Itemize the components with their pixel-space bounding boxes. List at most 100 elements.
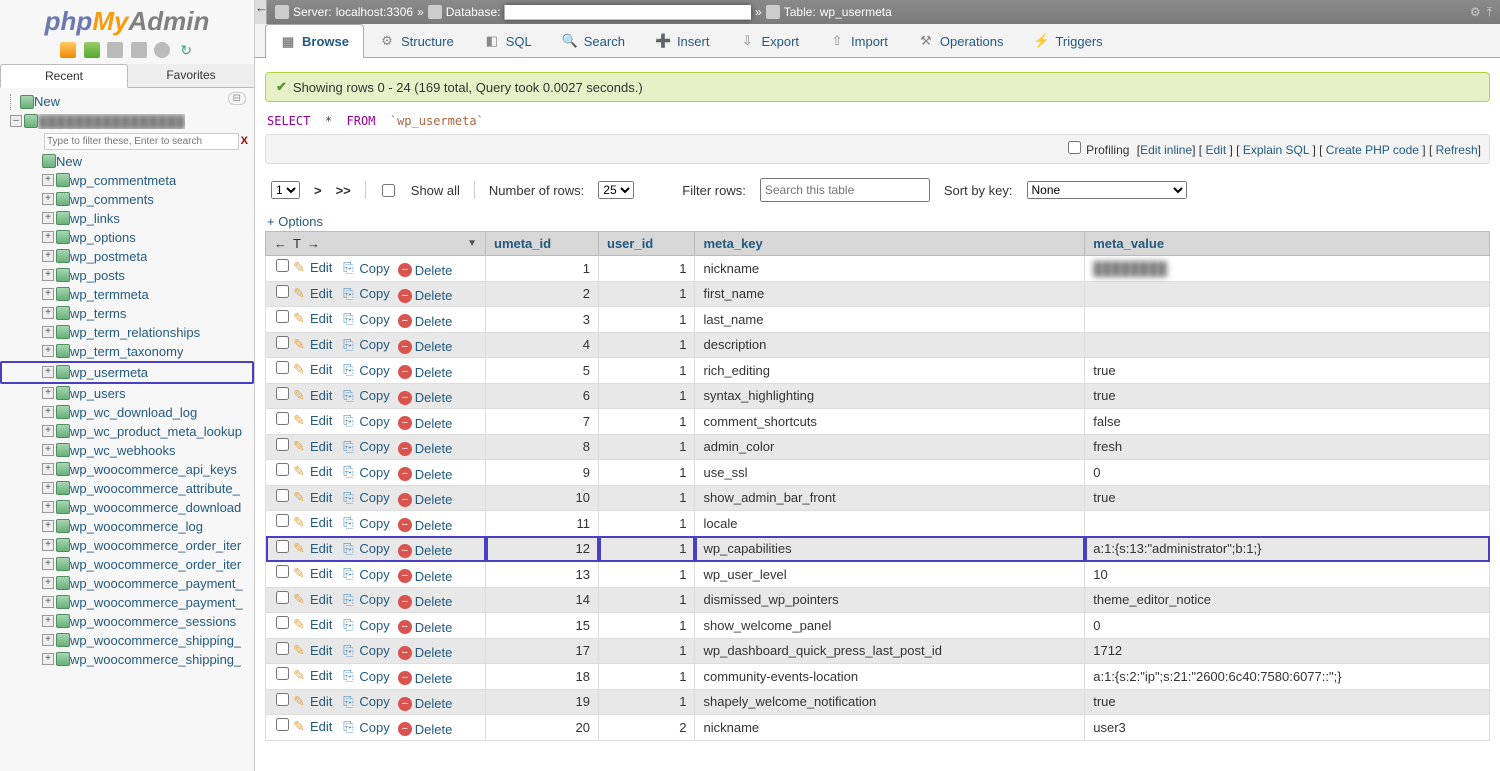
- expand-icon[interactable]: +: [42, 326, 54, 338]
- phpmyadmin-logo[interactable]: phpMyAdmin: [0, 0, 254, 39]
- database-link[interactable]: █████████████████████████████: [504, 5, 751, 19]
- row-checkbox[interactable]: [276, 438, 289, 451]
- copy-row-link[interactable]: Copy: [340, 592, 389, 608]
- gear-icon[interactable]: ⚙: [1470, 5, 1481, 20]
- table-node-wp_posts[interactable]: +wp_posts: [0, 266, 254, 285]
- logout-icon[interactable]: [84, 42, 100, 58]
- table-node-wp_options[interactable]: +wp_options: [0, 228, 254, 247]
- delete-row-link[interactable]: Delete: [398, 441, 453, 456]
- table-link[interactable]: wp_usermeta: [820, 5, 892, 19]
- options-toggle[interactable]: + Options: [267, 214, 323, 229]
- row-checkbox[interactable]: [276, 489, 289, 502]
- row-checkbox[interactable]: [276, 642, 289, 655]
- delete-row-link[interactable]: Delete: [398, 645, 453, 660]
- row-checkbox[interactable]: [276, 693, 289, 706]
- filter-rows-input[interactable]: [760, 178, 930, 202]
- row-checkbox[interactable]: [276, 514, 289, 527]
- copy-row-link[interactable]: Copy: [340, 490, 389, 506]
- expand-icon[interactable]: +: [42, 482, 54, 494]
- copy-row-link[interactable]: Copy: [340, 515, 389, 531]
- expand-icon[interactable]: +: [42, 345, 54, 357]
- copy-row-link[interactable]: Copy: [340, 286, 389, 302]
- expand-icon[interactable]: +: [42, 653, 54, 665]
- delete-row-link[interactable]: Delete: [398, 543, 453, 558]
- copy-row-link[interactable]: Copy: [340, 643, 389, 659]
- row-checkbox[interactable]: [276, 718, 289, 731]
- table-node-wp_comments[interactable]: +wp_comments: [0, 190, 254, 209]
- expand-icon[interactable]: +: [42, 231, 54, 243]
- tab-insert[interactable]: ➕Insert: [640, 24, 725, 57]
- edit-row-link[interactable]: Edit: [291, 642, 332, 658]
- copy-row-link[interactable]: Copy: [340, 388, 389, 404]
- expand-icon[interactable]: +: [42, 558, 54, 570]
- edit-query-link[interactable]: Edit: [1205, 143, 1226, 157]
- edit-row-link[interactable]: Edit: [291, 285, 332, 301]
- tab-sql[interactable]: ◧SQL: [469, 24, 547, 57]
- copy-row-link[interactable]: Copy: [340, 541, 389, 557]
- home-icon[interactable]: [60, 42, 76, 58]
- row-checkbox[interactable]: [276, 412, 289, 425]
- recent-tab[interactable]: Recent: [0, 64, 128, 88]
- expand-icon[interactable]: +: [42, 212, 54, 224]
- edit-row-link[interactable]: Edit: [291, 591, 332, 607]
- expand-icon[interactable]: +: [42, 174, 54, 186]
- num-rows-select[interactable]: 25: [598, 181, 634, 199]
- expand-icon[interactable]: +: [42, 307, 54, 319]
- row-checkbox[interactable]: [276, 463, 289, 476]
- table-node-wp_users[interactable]: +wp_users: [0, 384, 254, 403]
- expand-icon[interactable]: +: [42, 425, 54, 437]
- delete-row-link[interactable]: Delete: [398, 620, 453, 635]
- copy-row-link[interactable]: Copy: [340, 311, 389, 327]
- copy-row-link[interactable]: Copy: [340, 439, 389, 455]
- database-node[interactable]: – ████████████████: [0, 112, 254, 131]
- table-node-wp_usermeta[interactable]: +wp_usermeta: [0, 361, 254, 384]
- expand-icon[interactable]: +: [42, 501, 54, 513]
- delete-row-link[interactable]: Delete: [398, 492, 453, 507]
- row-checkbox[interactable]: [276, 387, 289, 400]
- expand-icon[interactable]: +: [42, 634, 54, 646]
- row-checkbox[interactable]: [276, 616, 289, 629]
- copy-row-link[interactable]: Copy: [340, 719, 389, 735]
- edit-row-link[interactable]: Edit: [291, 719, 332, 735]
- last-page-button[interactable]: >>: [336, 183, 351, 198]
- table-node-wp_woocommerce_download[interactable]: +wp_woocommerce_download: [0, 498, 254, 517]
- edit-row-link[interactable]: Edit: [291, 566, 332, 582]
- delete-row-link[interactable]: Delete: [398, 263, 453, 278]
- expand-icon[interactable]: +: [42, 615, 54, 627]
- tab-structure[interactable]: ⚙Structure: [364, 24, 469, 57]
- table-node-wp_term_taxonomy[interactable]: +wp_term_taxonomy: [0, 342, 254, 361]
- arrow-left-icon[interactable]: ←: [274, 236, 287, 251]
- refresh-link[interactable]: Refresh: [1436, 143, 1478, 157]
- table-node-wp_woocommerce_api_keys[interactable]: +wp_woocommerce_api_keys: [0, 460, 254, 479]
- expand-icon[interactable]: +: [42, 596, 54, 608]
- reload-icon[interactable]: ↻: [178, 42, 194, 58]
- row-checkbox[interactable]: [276, 336, 289, 349]
- edit-row-link[interactable]: Edit: [291, 336, 332, 352]
- expand-icon[interactable]: +: [42, 288, 54, 300]
- table-node-wp_termmeta[interactable]: +wp_termmeta: [0, 285, 254, 304]
- tab-browse[interactable]: ▦Browse: [265, 24, 364, 58]
- copy-row-link[interactable]: Copy: [340, 362, 389, 378]
- expand-icon[interactable]: +: [42, 463, 54, 475]
- edit-inline-link[interactable]: Edit inline: [1140, 143, 1192, 157]
- expand-icon[interactable]: +: [42, 444, 54, 456]
- table-node-wp_woocommerce_log[interactable]: +wp_woocommerce_log: [0, 517, 254, 536]
- edit-row-link[interactable]: Edit: [291, 387, 332, 403]
- page-select[interactable]: 1: [271, 181, 300, 199]
- delete-row-link[interactable]: Delete: [398, 722, 453, 737]
- collapse-sidebar-icon[interactable]: ←: [255, 0, 267, 24]
- favorites-tab[interactable]: Favorites: [128, 64, 254, 87]
- delete-row-link[interactable]: Delete: [398, 416, 453, 431]
- table-node-wp_woocommerce_order_iter[interactable]: +wp_woocommerce_order_iter: [0, 555, 254, 574]
- delete-row-link[interactable]: Delete: [398, 696, 453, 711]
- table-node-wp_wc_download_log[interactable]: +wp_wc_download_log: [0, 403, 254, 422]
- sql-icon[interactable]: [131, 42, 147, 58]
- clear-filter-icon[interactable]: X: [241, 135, 248, 147]
- delete-row-link[interactable]: Delete: [398, 339, 453, 354]
- collapse-badge-icon[interactable]: ⊟: [228, 92, 246, 105]
- expand-icon[interactable]: +: [42, 539, 54, 551]
- edit-row-link[interactable]: Edit: [291, 617, 332, 633]
- row-checkbox[interactable]: [276, 591, 289, 604]
- copy-row-link[interactable]: Copy: [340, 617, 389, 633]
- copy-row-link[interactable]: Copy: [340, 337, 389, 353]
